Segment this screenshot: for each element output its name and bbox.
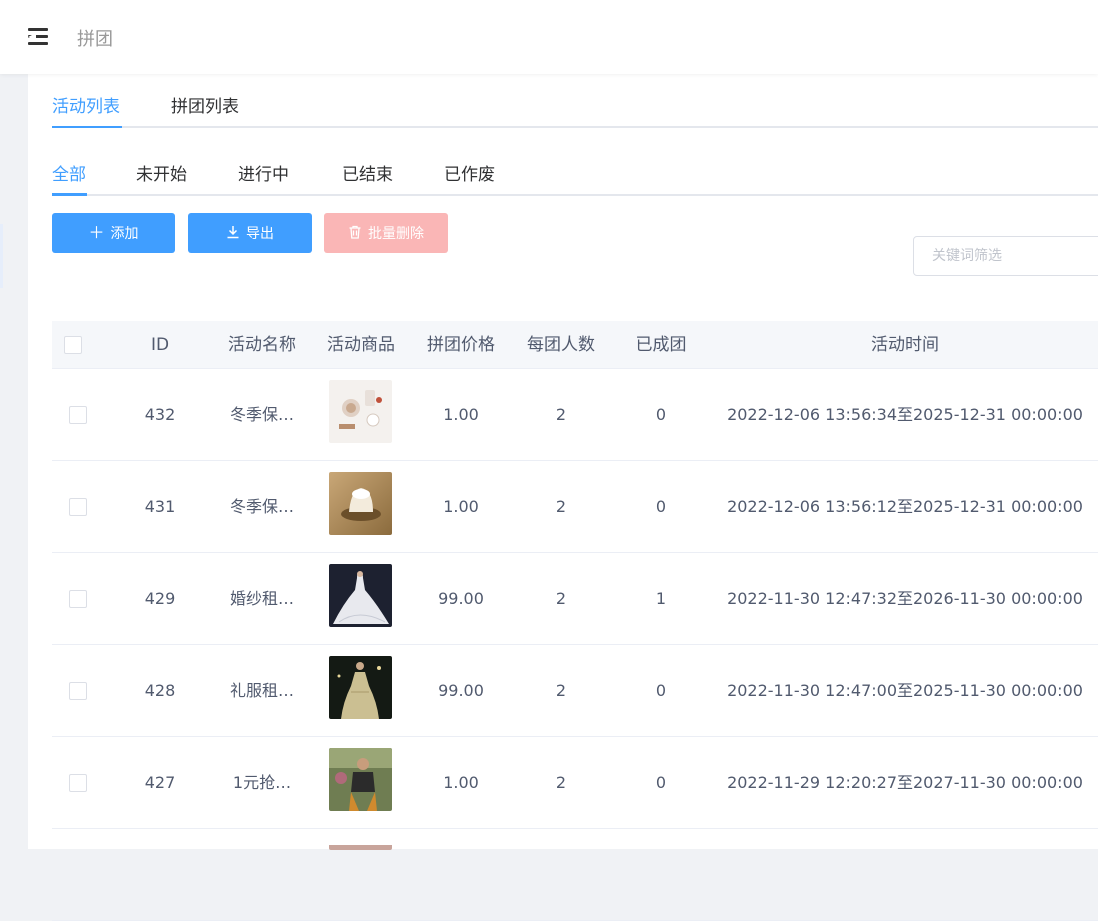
col-completed: 已成团 [635, 335, 687, 355]
tab-status-not-started[interactable]: 未开始 [136, 160, 187, 185]
export-button-label: 导出 [246, 226, 274, 242]
row-group-size: 2 [555, 773, 567, 792]
batch-delete-button[interactable]: 批量删除 [324, 213, 448, 253]
page-title: 拼团 [77, 29, 113, 50]
main-tabs: 活动列表 拼团列表 [52, 74, 1098, 128]
col-name: 活动名称 [228, 335, 296, 355]
status-tab-indicator [52, 193, 87, 196]
add-button-label: 添加 [110, 226, 139, 242]
row-time: 2022-11-30 12:47:00至2025-11-30 00:00:00 [727, 681, 1083, 700]
goods-thumbnail[interactable] [329, 656, 392, 719]
row-completed: 0 [655, 773, 667, 792]
row-price: 1.00 [443, 405, 479, 424]
col-group-size: 每团人数 [527, 335, 595, 355]
status-tabs: 全部 未开始 进行中 已结束 已作废 [52, 156, 1098, 196]
goods-thumbnail[interactable] [329, 472, 392, 535]
row-id: 427 [144, 773, 176, 792]
tab-status-voided[interactable]: 已作废 [444, 160, 495, 185]
table-header: ID 活动名称 活动商品 拼团价格 每团人数 已成团 活动时间 [52, 321, 1098, 369]
row-completed: 0 [655, 681, 667, 700]
trash-icon [348, 225, 362, 242]
row-name: 礼服租… [229, 681, 294, 700]
tab-status-all[interactable]: 全部 [52, 160, 86, 185]
sidebar-active-mark [0, 224, 3, 288]
select-all-checkbox[interactable] [64, 336, 82, 354]
row-completed: 0 [655, 497, 667, 516]
row-time: 2022-11-30 12:47:32至2026-11-30 00:00:00 [727, 589, 1083, 608]
row-checkbox[interactable] [69, 682, 87, 700]
row-id: 429 [144, 589, 176, 608]
row-price: 99.00 [438, 589, 484, 608]
tab-group-list[interactable]: 拼团列表 [171, 92, 239, 117]
row-name: 冬季保… [229, 405, 294, 424]
row-name: 冬季保… [229, 497, 294, 516]
plus-icon: ＋ [88, 223, 105, 242]
col-price: 拼团价格 [427, 335, 495, 355]
table-row [52, 829, 1098, 921]
export-button[interactable]: 导出 [188, 213, 312, 253]
row-price: 99.00 [438, 681, 484, 700]
table-row: 428 礼服租… 99.00 2 0 2022-11-30 12:47:00至2… [52, 645, 1098, 737]
row-time: 2022-12-06 13:56:34至2025-12-31 00:00:00 [727, 405, 1083, 424]
menu-collapse-icon[interactable] [28, 28, 50, 46]
col-id: ID [150, 335, 170, 355]
tab-active-indicator [52, 126, 122, 128]
row-group-size: 2 [555, 405, 567, 424]
table-row: 432 冬季保… 1.00 2 0 2022-12-06 13:56:34至20… [52, 369, 1098, 461]
row-price: 1.00 [443, 497, 479, 516]
row-group-size: 2 [555, 589, 567, 608]
row-completed: 0 [655, 405, 667, 424]
row-time: 2022-12-06 13:56:12至2025-12-31 00:00:00 [727, 497, 1083, 516]
tab-activity-list[interactable]: 活动列表 [52, 92, 120, 117]
table-row: 429 婚纱租… 99.00 2 1 2022-11-30 12:47:32至2… [52, 553, 1098, 645]
add-button[interactable]: ＋ 添加 [52, 213, 175, 253]
row-id: 431 [144, 497, 176, 516]
row-group-size: 2 [555, 681, 567, 700]
row-name: 1元抢… [232, 773, 292, 792]
row-group-size: 2 [555, 497, 567, 516]
goods-thumbnail[interactable] [329, 564, 392, 627]
row-checkbox[interactable] [69, 774, 87, 792]
table-row: 427 1元抢… 1.00 2 0 2022-11-29 12:20:27至20… [52, 737, 1098, 829]
row-id: 428 [144, 681, 176, 700]
row-id: 432 [144, 405, 176, 424]
row-checkbox[interactable] [69, 406, 87, 424]
table-row: 431 冬季保… 1.00 2 0 2022-12-06 13:56:12至20… [52, 461, 1098, 553]
batch-delete-label: 批量删除 [368, 226, 424, 242]
row-time: 2022-11-29 12:20:27至2027-11-30 00:00:00 [727, 773, 1083, 792]
top-header: 拼团 [0, 0, 1098, 74]
tab-status-ongoing[interactable]: 进行中 [238, 160, 289, 185]
goods-thumbnail[interactable] [329, 748, 392, 811]
row-completed: 1 [655, 589, 667, 608]
sidebar-strip [0, 74, 28, 849]
col-goods: 活动商品 [327, 335, 395, 355]
activity-table: ID 活动名称 活动商品 拼团价格 每团人数 已成团 活动时间 432 冬季保…… [52, 321, 1098, 921]
keyword-search-input[interactable] [913, 236, 1098, 276]
row-price: 1.00 [443, 773, 479, 792]
goods-thumbnail[interactable] [329, 380, 392, 443]
tab-status-ended[interactable]: 已结束 [342, 160, 393, 185]
row-checkbox[interactable] [69, 498, 87, 516]
row-name: 婚纱租… [229, 589, 294, 608]
main-content: 活动列表 拼团列表 全部 未开始 进行中 已结束 已作废 ＋ 添加 导出 批量删… [28, 74, 1098, 921]
row-checkbox[interactable] [69, 590, 87, 608]
col-time: 活动时间 [871, 335, 939, 355]
download-icon [226, 225, 240, 242]
